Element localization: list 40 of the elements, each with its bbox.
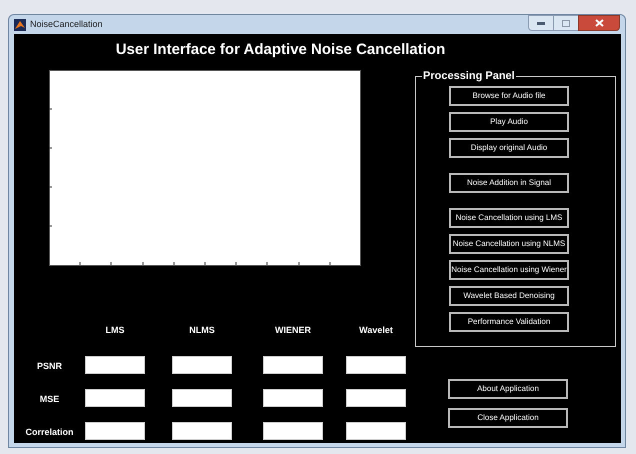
action-button[interactable]: About Application xyxy=(448,379,568,399)
value-field[interactable] xyxy=(346,422,406,440)
value-field[interactable] xyxy=(172,422,232,440)
value-field[interactable] xyxy=(263,356,323,374)
action-button[interactable]: Close Application xyxy=(448,408,568,428)
value-field[interactable] xyxy=(172,389,232,407)
close-icon xyxy=(594,19,604,27)
maximize-button[interactable] xyxy=(554,15,578,31)
action-button[interactable]: Display original Audio xyxy=(449,138,569,158)
maximize-icon xyxy=(562,20,570,26)
value-field[interactable] xyxy=(85,422,145,440)
window-title: NoiseCancellation xyxy=(30,18,103,31)
value-field[interactable] xyxy=(263,422,323,440)
action-button[interactable]: Noise Cancellation using NLMS xyxy=(449,234,569,254)
column-header: NLMS xyxy=(189,325,215,335)
column-header: LMS xyxy=(106,325,124,335)
value-field[interactable] xyxy=(263,389,323,407)
action-button[interactable]: Play Audio xyxy=(449,112,569,132)
row-label: MSE xyxy=(40,394,60,404)
minimize-button[interactable] xyxy=(528,15,554,31)
value-field[interactable] xyxy=(346,389,406,407)
row-label: PSNR xyxy=(36,361,62,371)
app-icon xyxy=(14,18,26,30)
value-field[interactable] xyxy=(85,356,145,374)
panel-title: Processing Panel xyxy=(422,69,516,83)
action-button[interactable]: Noise Cancellation using LMS xyxy=(449,208,569,228)
value-field[interactable] xyxy=(172,356,232,374)
value-field[interactable] xyxy=(85,389,145,407)
close-button[interactable] xyxy=(578,15,620,31)
action-button[interactable]: Browse for Audio file xyxy=(449,86,569,106)
app-heading: User Interface for Adaptive Noise Cancellation xyxy=(114,40,446,60)
column-header: Wavelet xyxy=(359,325,393,335)
column-header: WIENER xyxy=(275,325,311,335)
minimize-icon xyxy=(537,22,545,24)
value-field[interactable] xyxy=(346,356,406,374)
action-button[interactable]: Noise Cancellation using Wiener xyxy=(449,260,569,280)
row-label: Correlation xyxy=(25,427,74,437)
action-button[interactable]: Wavelet Based Denoising xyxy=(449,286,569,306)
action-button[interactable]: Noise Addition in Signal xyxy=(449,173,569,193)
action-button[interactable]: Performance Validation xyxy=(449,312,569,332)
